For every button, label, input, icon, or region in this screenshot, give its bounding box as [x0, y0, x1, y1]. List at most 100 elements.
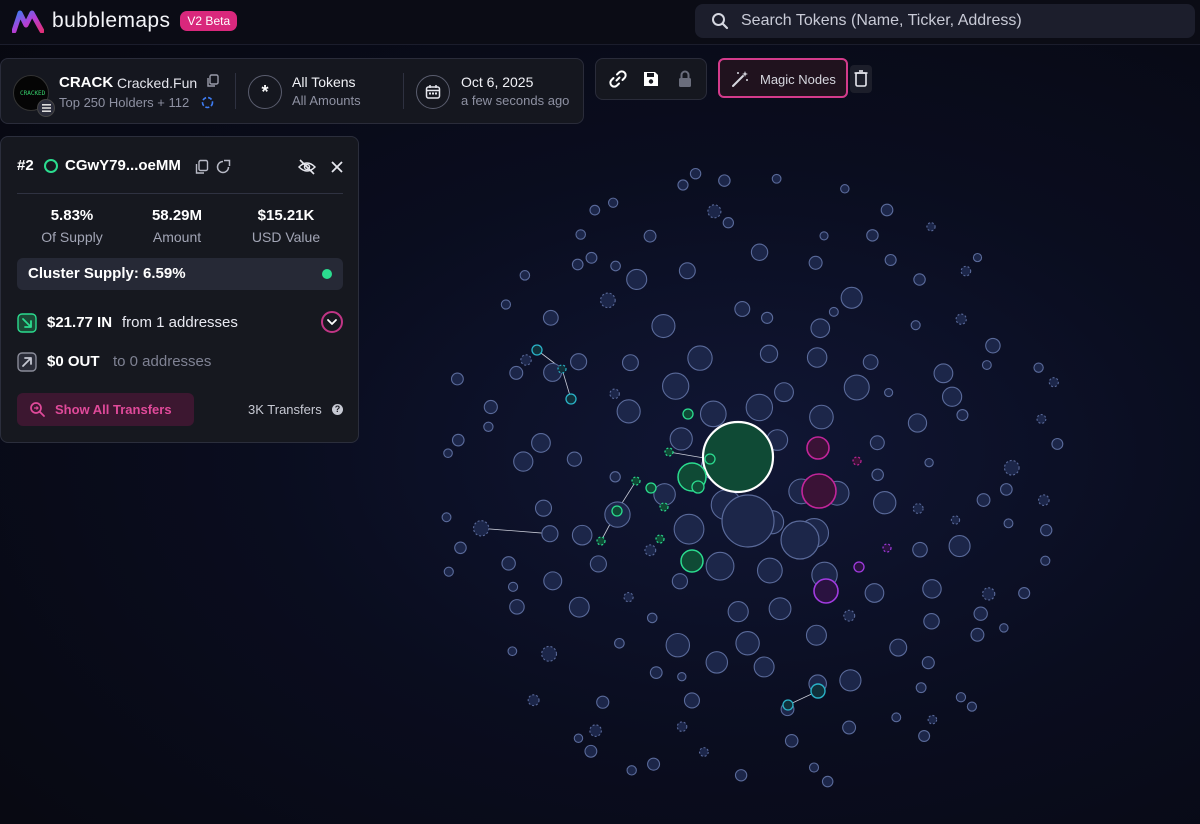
holder-bubble[interactable] — [960, 265, 972, 277]
magic-node-bubble[interactable] — [801, 473, 837, 509]
holder-bubble[interactable] — [571, 258, 584, 271]
holder-bubble[interactable] — [880, 203, 894, 217]
holder-bubble[interactable] — [941, 386, 963, 407]
holder-bubble[interactable] — [926, 222, 936, 232]
holder-bubble[interactable] — [542, 309, 559, 326]
holder-bubble[interactable] — [915, 682, 927, 694]
holder-bubble[interactable] — [689, 167, 702, 180]
holder-bubble[interactable] — [871, 468, 884, 482]
holder-bubble[interactable] — [500, 299, 512, 310]
holder-bubble[interactable] — [683, 692, 700, 709]
holder-bubble[interactable] — [912, 541, 928, 558]
magic-node-bubble[interactable] — [852, 456, 862, 466]
holder-bubble[interactable] — [734, 300, 751, 317]
holder-bubble[interactable] — [473, 520, 490, 537]
holder-bubble[interactable] — [933, 363, 954, 384]
holder-bubble[interactable] — [924, 457, 934, 468]
holder-bubble[interactable] — [756, 557, 783, 584]
holder-bubble[interactable] — [808, 762, 820, 773]
holder-bubble[interactable] — [891, 712, 902, 723]
holder-bubble[interactable] — [451, 433, 465, 447]
holder-bubble[interactable] — [734, 769, 748, 782]
cyan-bubble[interactable] — [557, 364, 567, 374]
holder-bubble[interactable] — [866, 229, 879, 242]
holder-bubble[interactable] — [698, 747, 709, 757]
copy-icon[interactable] — [206, 74, 220, 88]
cluster-bubble[interactable] — [682, 408, 694, 420]
hide-eye-icon[interactable] — [298, 158, 316, 176]
holder-bubble[interactable] — [596, 695, 610, 709]
magic-node-bubble[interactable] — [853, 561, 865, 573]
holder-bubble[interactable] — [806, 347, 828, 368]
holder-bubble[interactable] — [839, 669, 862, 692]
holder-bubble[interactable] — [981, 360, 992, 370]
show-all-transfers-button[interactable]: Show All Transfers — [17, 393, 194, 426]
holder-bubble[interactable] — [999, 483, 1013, 496]
holder-bubble[interactable] — [573, 733, 584, 743]
holder-bubble[interactable] — [626, 268, 648, 290]
link-icon[interactable] — [608, 69, 628, 89]
holder-bubble[interactable] — [705, 551, 735, 581]
cluster-bubble[interactable] — [645, 482, 657, 494]
holder-bubble[interactable] — [653, 483, 676, 506]
holder-bubble[interactable] — [910, 320, 921, 331]
cyan-bubble[interactable] — [531, 344, 543, 356]
holder-bubble[interactable] — [707, 204, 722, 219]
holder-bubble[interactable] — [843, 374, 870, 401]
holder-bubble[interactable] — [616, 399, 641, 424]
holder-bubble[interactable] — [771, 173, 782, 184]
magic-node-bubble[interactable] — [882, 543, 892, 553]
holder-bubble[interactable] — [644, 544, 657, 557]
holder-bubble[interactable] — [884, 387, 894, 398]
holder-bubble[interactable] — [678, 262, 696, 280]
holder-bubble[interactable] — [922, 579, 942, 599]
holder-bubble[interactable] — [527, 694, 540, 707]
close-icon[interactable] — [329, 159, 345, 175]
magic-nodes-button[interactable]: Magic Nodes — [718, 58, 848, 98]
holder-bubble[interactable] — [665, 632, 691, 658]
holder-bubble[interactable] — [810, 318, 831, 339]
holder-bubbles[interactable] — [441, 167, 1064, 788]
holder-bubble[interactable] — [927, 714, 938, 725]
holder-bubble[interactable] — [828, 306, 839, 317]
cluster-bubble[interactable] — [631, 476, 641, 486]
holder-bubble[interactable] — [753, 656, 775, 678]
holder-bubble[interactable] — [921, 656, 935, 670]
holder-bubble[interactable] — [1048, 377, 1059, 388]
help-icon[interactable]: ? — [332, 404, 343, 415]
filter-title[interactable]: All Tokens — [292, 74, 356, 90]
holder-bubble[interactable] — [999, 623, 1009, 633]
holder-bubble[interactable] — [955, 313, 967, 325]
holder-bubble[interactable] — [450, 372, 464, 386]
holder-bubble[interactable] — [519, 270, 531, 281]
holder-bubble[interactable] — [976, 493, 991, 507]
holder-bubble[interactable] — [950, 515, 961, 525]
holder-bubble[interactable] — [970, 627, 985, 642]
holder-bubble[interactable] — [584, 744, 598, 758]
holder-bubble[interactable] — [1040, 523, 1053, 537]
holder-bubble[interactable] — [585, 251, 598, 264]
holder-bubble[interactable] — [575, 229, 586, 240]
holder-bubble[interactable] — [507, 581, 519, 592]
holder-bubble[interactable] — [543, 571, 563, 591]
holder-bubble[interactable] — [531, 433, 551, 453]
holder-bubble[interactable] — [671, 573, 689, 590]
holder-bubble[interactable] — [784, 734, 799, 748]
search-input[interactable] — [739, 11, 1163, 31]
holder-bubble[interactable] — [819, 231, 829, 241]
cluster-bubble[interactable] — [704, 453, 716, 465]
calendar-icon[interactable] — [416, 75, 450, 109]
large-holder-bubble[interactable] — [721, 494, 775, 548]
holder-bubble[interactable] — [884, 253, 897, 267]
holder-bubble[interactable] — [687, 345, 713, 371]
cyan-bubble[interactable] — [810, 683, 826, 699]
holder-bubble[interactable] — [873, 491, 897, 515]
holder-bubble[interactable] — [673, 513, 705, 545]
holder-bubble[interactable] — [955, 692, 967, 703]
holder-bubble[interactable] — [589, 204, 601, 216]
holder-bubble[interactable] — [805, 624, 827, 646]
holder-bubble[interactable] — [614, 637, 625, 649]
holder-bubble[interactable] — [509, 599, 525, 615]
all-tokens-icon[interactable]: * — [248, 75, 282, 109]
holder-bubble[interactable] — [609, 471, 621, 483]
